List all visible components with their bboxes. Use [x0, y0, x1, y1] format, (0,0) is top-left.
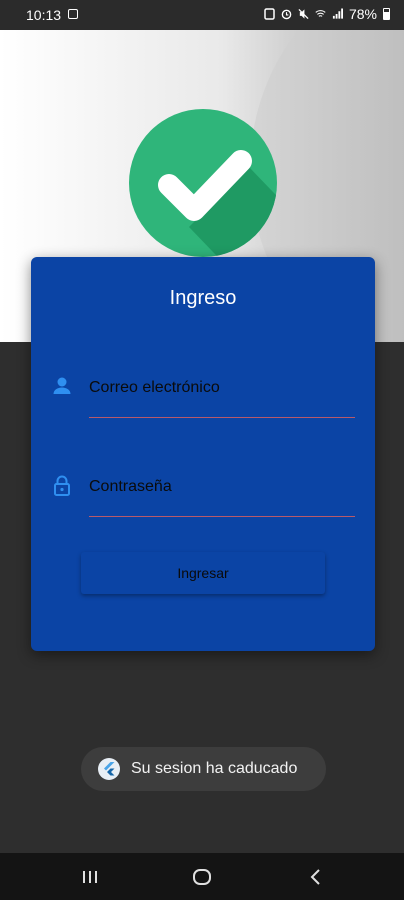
- mute-icon: [298, 8, 309, 20]
- flutter-icon: [98, 758, 120, 780]
- back-button[interactable]: [304, 865, 328, 889]
- check-badge-icon: [129, 109, 277, 257]
- login-submit-button[interactable]: Ingresar: [81, 552, 325, 594]
- toast-message: Su sesion ha caducado: [131, 760, 298, 777]
- battery-percent: 78%: [348, 6, 377, 22]
- email-input[interactable]: [89, 365, 355, 418]
- person-icon: [53, 377, 71, 394]
- status-icons: 78%: [264, 6, 390, 22]
- session-expired-toast: Su sesion ha caducado: [81, 747, 326, 791]
- home-button[interactable]: [190, 865, 214, 889]
- password-field-group: [51, 464, 355, 524]
- email-field-group: [51, 365, 355, 425]
- status-bar: 10:13 78%: [0, 0, 404, 30]
- battery-icon: [383, 8, 390, 20]
- sim-icon: [264, 8, 275, 20]
- system-navigation-bar: [0, 853, 404, 900]
- recent-apps-button[interactable]: [78, 865, 102, 889]
- alarm-icon: [281, 9, 292, 20]
- status-time: 10:13: [26, 7, 62, 23]
- wifi-icon: [315, 10, 326, 17]
- password-input[interactable]: [89, 464, 355, 517]
- gallery-icon: [68, 9, 78, 19]
- login-title: Ingreso: [169, 287, 237, 309]
- login-card: Ingreso Ingresar: [31, 257, 375, 651]
- signal-icon: [332, 8, 343, 19]
- lock-icon: [54, 475, 70, 496]
